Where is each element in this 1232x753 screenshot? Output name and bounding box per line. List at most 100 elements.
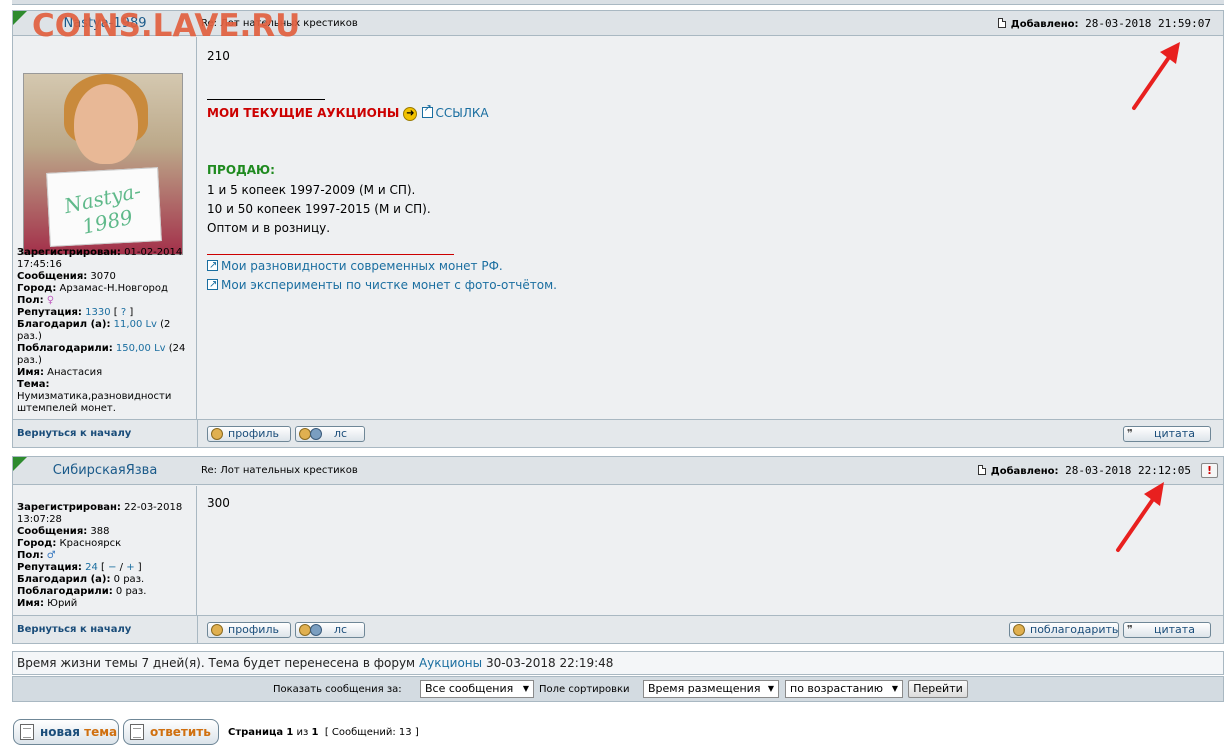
info-label: Имя: [17,367,44,378]
chevron-down-icon: ▼ [767,684,774,693]
post-body: 300 [197,486,1223,615]
author-info: Зарегистрирован: 01-02-2014 17:45:16 Соо… [17,247,193,415]
post-link-icon[interactable] [997,18,1006,28]
topic-lifetime-notice: Время жизни темы 7 дней(я). Тема будет п… [12,651,1224,675]
reputation-value[interactable]: 24 [85,562,98,573]
signature-link[interactable]: Мои разновидности современных монет РФ. [207,256,503,276]
sell-line: 10 и 50 копеек 1997-2015 (М и СП). [207,202,431,216]
reputation-minus-link[interactable]: − [108,562,116,573]
page-current: 1 [286,727,294,738]
post-footer: Вернуться к началу профиль лс ❞ цитата [13,419,1223,448]
annotation-arrow-icon [1116,482,1164,552]
added-time: 28-03-2018 22:12:05 [1065,464,1191,477]
theme-value: Нумизматика,разновидности штемпелей моне… [17,391,172,414]
quote-icon: ❞ [1127,623,1133,636]
post-text: 210 [207,49,230,63]
notice-text: Время жизни темы 7 дней(я). Тема будет п… [17,656,416,670]
chevron-down-icon: ▼ [891,684,898,693]
city-value: Арзамас-Н.Новгород [59,283,168,294]
post-body: 210 МОИ ТЕКУЩИЕ АУКЦИОНЫ➜ ССЫЛКА ПРОДАЮ:… [197,37,1223,419]
quote-button[interactable]: ❞ цитата [1123,622,1211,638]
messages-count: [ Сообщений: 13 ] [324,727,419,738]
city-value: Красноярск [59,538,122,549]
page-of: из [296,727,309,738]
user-icon [211,624,223,636]
messages-value: 3070 [90,271,116,282]
sell-label: ПРОДАЮ: [207,163,275,177]
notice-time: 30-03-2018 22:19:48 [485,656,614,670]
post-link-icon[interactable] [977,465,986,475]
thanks-got-value[interactable]: 150,00 Lv [116,343,166,354]
report-button[interactable]: ! [1201,463,1218,478]
show-label: Показать сообщения за: [273,684,402,695]
quote-button[interactable]: ❞ цитата [1123,426,1211,442]
author-info: Зарегистрирован: 22-03-2018 13:07:28 Соо… [17,502,183,609]
annotation-arrow-icon [1132,42,1180,110]
author-name[interactable]: СибирскаяЯзва [13,457,197,485]
info-label: Зарегистрирован: [17,502,121,513]
auctions-label: МОИ ТЕКУЩИЕ АУКЦИОНЫ [207,106,400,120]
external-link-icon [207,275,218,294]
info-label: Зарегистрирован: [17,247,121,258]
post: Nastya-1989 Re: Лот нательных крестиков … [12,10,1224,448]
pm-button[interactable]: лс [295,622,365,638]
reply-button[interactable]: ответить [123,719,219,745]
info-label: Репутация: [17,307,82,318]
pm-button[interactable]: лс [295,426,365,442]
external-link-icon [207,256,218,275]
arrow-right-icon: ➜ [403,107,418,121]
forum-link[interactable]: Аукционы [419,656,482,670]
site-watermark: COINS.LAVE.RU [32,8,301,44]
info-label: Поблагодарили: [17,343,113,354]
back-to-top-link[interactable]: Вернуться к началу [17,428,131,439]
sort-label: Поле сортировки [539,684,630,695]
info-label: Благодарил (а): [17,574,111,585]
reputation-help-link[interactable]: ? [121,307,126,318]
post-subject: Re: Лот нательных крестиков [201,465,358,476]
thanks-got-value: 0 раз. [115,586,147,597]
user-icon [310,624,322,636]
chevron-down-icon: ▼ [522,684,529,693]
profile-button[interactable]: профиль [207,622,291,638]
thanked-value: 0 раз. [113,574,145,585]
info-label: Тема: [17,379,50,390]
sell-line: 1 и 5 копеек 1997-2009 (М и СП). [207,183,416,197]
show-select[interactable]: Все сообщения ▼ [420,680,534,698]
female-icon: ♀ [46,295,55,306]
top-strip [12,0,1224,5]
sell-line: Оптом и в розницу. [207,221,331,235]
info-label: Благодарил (а): [17,319,111,330]
reputation-plus-link[interactable]: + [126,562,134,573]
post-header: СибирскаяЯзва Re: Лот нательных крестико… [13,457,1223,485]
added-label: Добавлено: [1010,19,1079,30]
name-value: Анастасия [47,367,103,378]
new-topic-button[interactable]: новая тема [13,719,119,745]
info-label: Поблагодарили: [17,586,113,597]
sort-field-select[interactable]: Время размещения ▼ [643,680,779,698]
avatar-face [74,84,138,164]
signature-divider [207,99,325,100]
info-label: Пол: [17,295,44,306]
post-date[interactable]: Добавлено: 28-03-2018 21:59:07 [997,11,1211,36]
post-footer: Вернуться к началу профиль лс поблагодар… [13,615,1223,644]
signature-link[interactable]: Мои эксперименты по чистке монет с фото-… [207,275,557,295]
added-time: 28-03-2018 21:59:07 [1085,17,1211,30]
info-label: Репутация: [17,562,82,573]
thanked-value[interactable]: 11,00 Lv [114,319,157,330]
author-column: Зарегистрирован: 22-03-2018 13:07:28 Соо… [13,486,197,615]
thank-button[interactable]: поблагодарить [1009,622,1119,638]
auctions-link[interactable]: ССЫЛКА [421,103,489,120]
page-total: 1 [311,727,319,738]
reputation-value[interactable]: 1330 [85,307,110,318]
info-label: Город: [17,538,57,549]
sort-order-select[interactable]: по возрастанию ▼ [785,680,903,698]
page-label: Страница [228,727,284,738]
quote-icon: ❞ [1127,427,1133,440]
author-column: Nastya-1989 Зарегистрирован: 01-02-2014 … [13,37,197,419]
avatar: Nastya-1989 [23,73,183,255]
go-button[interactable]: Перейти [908,680,968,698]
page-icon [130,724,144,740]
back-to-top-link[interactable]: Вернуться к началу [17,624,131,635]
profile-button[interactable]: профиль [207,426,291,442]
thumbs-up-icon [1013,624,1025,636]
